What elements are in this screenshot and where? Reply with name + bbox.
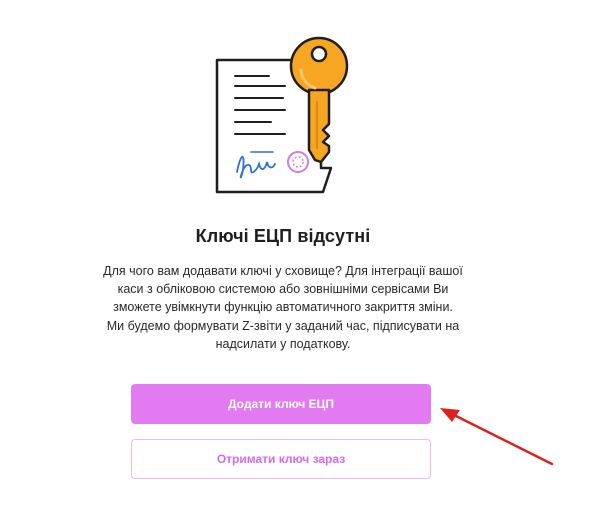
description-line: зможете увімкнути функцію автоматичного … (113, 300, 453, 315)
empty-state-description: Для чого вам додавати ключі у сховище? Д… (78, 262, 488, 353)
add-key-button[interactable]: Додати ключ ЕЦП (131, 384, 431, 424)
document-with-key-illustration (205, 30, 355, 202)
description-line: надсилати у податкову. (215, 336, 351, 351)
description-line: каси з обліковою системою або зовнішніми… (117, 282, 449, 297)
get-key-button[interactable]: Отримати ключ зараз (131, 439, 431, 479)
description-line: Ми будемо формувати Z-звіти у заданий ча… (106, 318, 460, 333)
empty-state-title: Ключі ЕЦП відсутні (195, 226, 371, 246)
description-line: Для чого вам додавати ключі у сховище? Д… (103, 264, 463, 278)
red-arrow-icon (440, 408, 554, 466)
document-with-key-icon (215, 36, 349, 194)
